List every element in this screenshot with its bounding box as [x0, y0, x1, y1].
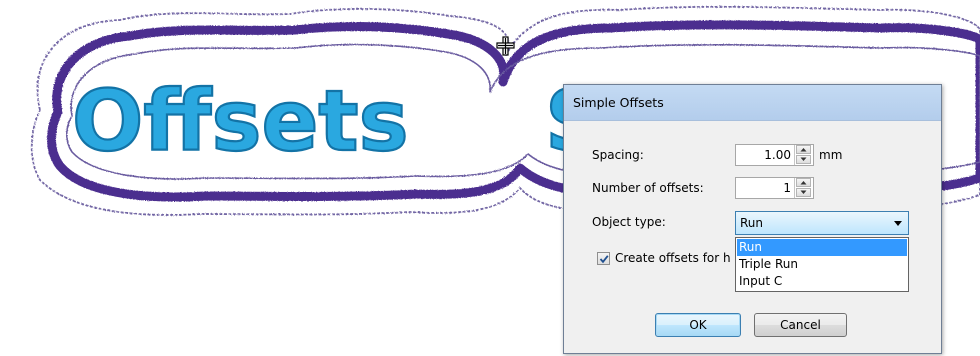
num-offsets-value: 1	[783, 181, 791, 195]
dialog-title: Simple Offsets	[573, 95, 664, 110]
spacing-unit: mm	[819, 148, 843, 162]
num-offsets-spinbox[interactable]: 1	[735, 177, 814, 199]
artwork-word-offsets: Offsets	[72, 72, 409, 170]
ok-button[interactable]: OK	[655, 313, 741, 337]
spacing-spinner[interactable]	[794, 145, 813, 165]
object-type-selected: Run	[740, 216, 764, 230]
dropdown-arrow-icon[interactable]	[894, 221, 902, 226]
dialog-titlebar[interactable]: Simple Offsets	[564, 85, 941, 121]
option-run[interactable]: Run	[737, 239, 907, 256]
num-offsets-spinner[interactable]	[794, 178, 813, 198]
spin-up-icon[interactable]	[796, 178, 811, 187]
simple-offsets-dialog: Simple Offsets Spacing: 1.00 mm Number o…	[563, 84, 942, 354]
cancel-button[interactable]: Cancel	[754, 313, 847, 337]
num-offsets-label: Number of offsets:	[592, 181, 704, 195]
spacing-label: Spacing:	[592, 148, 644, 162]
spin-down-icon[interactable]	[796, 188, 811, 197]
spacing-value: 1.00	[764, 148, 791, 162]
object-type-combobox[interactable]: Run	[735, 211, 909, 235]
spin-up-icon[interactable]	[796, 145, 811, 154]
checkmark-icon	[599, 255, 609, 264]
create-offsets-checkbox[interactable]	[597, 252, 610, 265]
option-input-c[interactable]: Input C	[737, 273, 907, 290]
option-triple-run[interactable]: Triple Run	[737, 256, 907, 273]
spacing-spinbox[interactable]: 1.00	[735, 144, 814, 166]
object-type-dropdown-list: Run Triple Run Input C	[735, 237, 909, 292]
object-type-label: Object type:	[592, 215, 666, 229]
spin-down-icon[interactable]	[796, 155, 811, 164]
create-offsets-label: Create offsets for h	[615, 251, 731, 265]
